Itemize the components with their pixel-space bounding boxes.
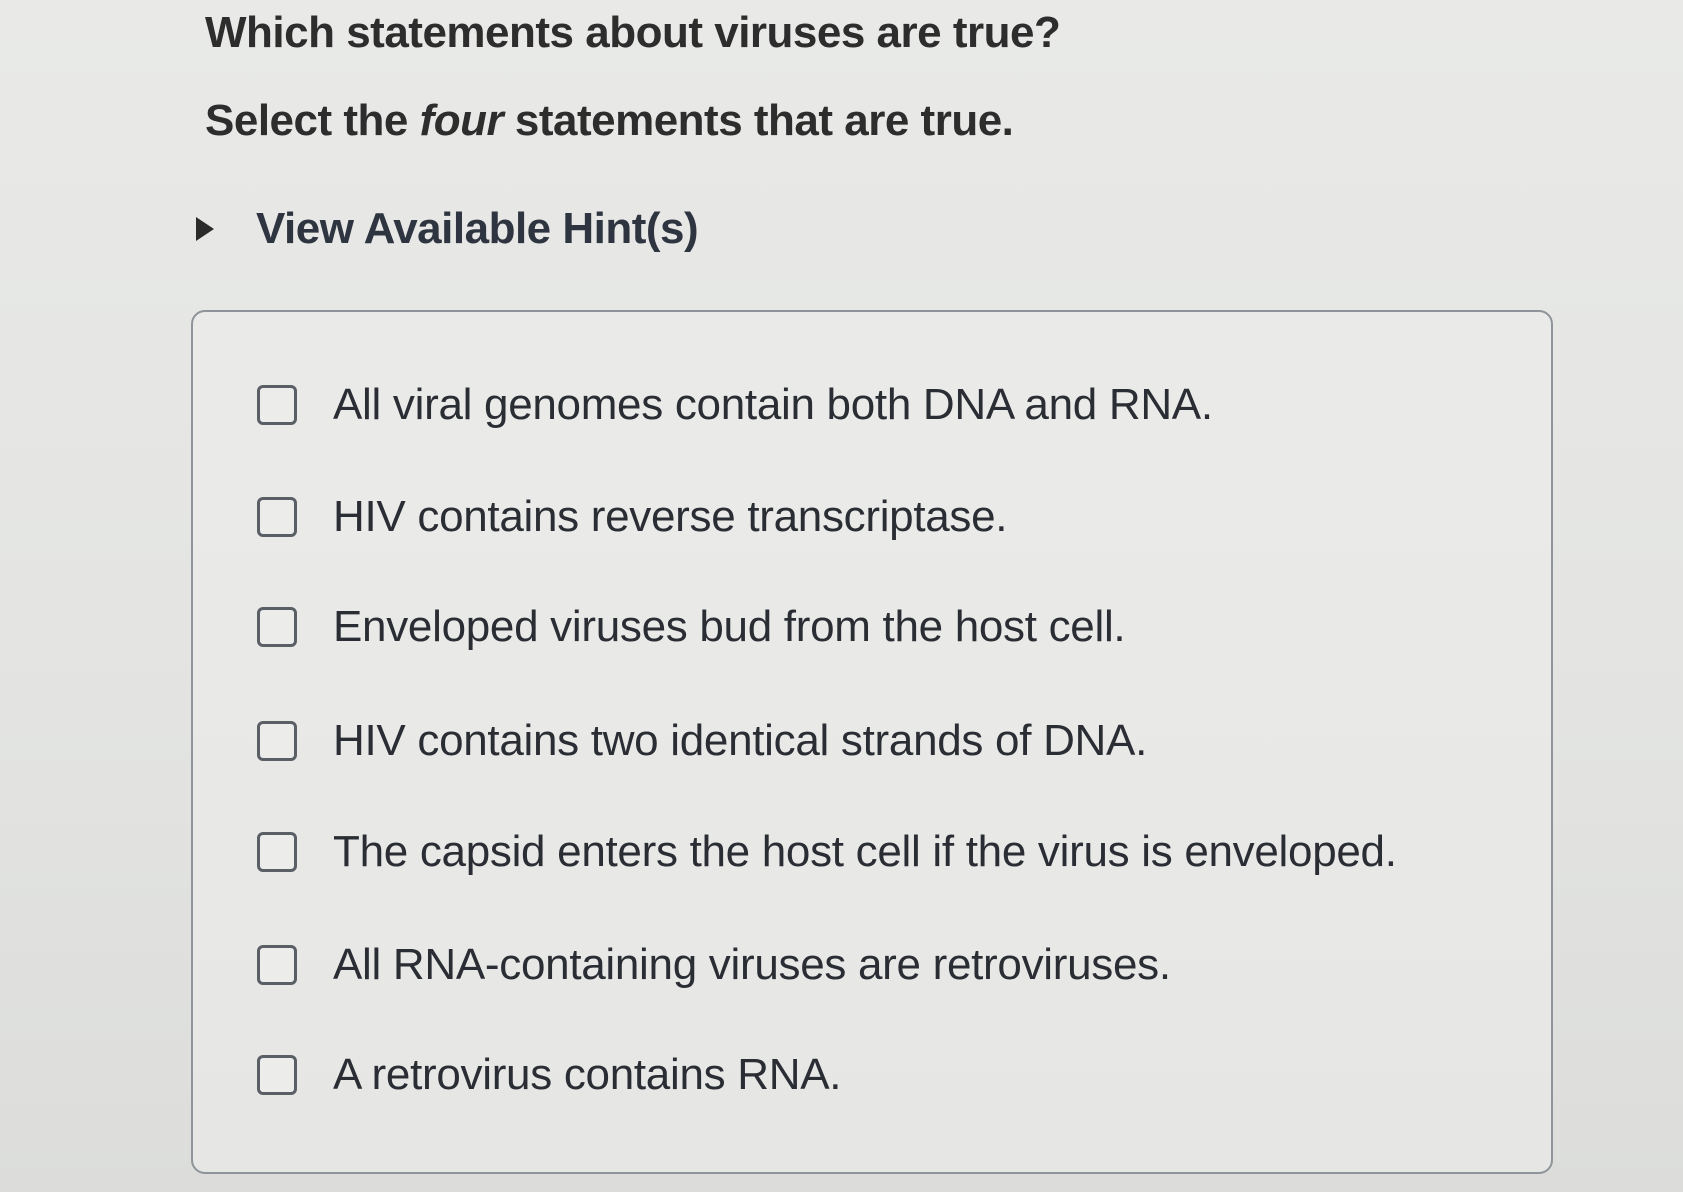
page: Which statements about viruses are true?…	[0, 0, 1683, 1192]
answer-option-label: All viral genomes contain both DNA and R…	[333, 380, 1213, 429]
question-instruction: Select the four statements that are true…	[205, 96, 1014, 146]
answer-option[interactable]: HIV contains reverse transcriptase.	[257, 492, 1008, 542]
answer-option-label: A retrovirus contains RNA.	[333, 1050, 842, 1099]
answer-option[interactable]: All RNA-containing viruses are retroviru…	[257, 940, 1171, 990]
question-title: Which statements about viruses are true?	[205, 8, 1061, 57]
answer-option-label: Enveloped viruses bud from the host cell…	[333, 602, 1126, 651]
answer-option[interactable]: All viral genomes contain both DNA and R…	[257, 380, 1213, 430]
answer-option-label: The capsid enters the host cell if the v…	[333, 827, 1397, 876]
checkbox[interactable]	[257, 1055, 297, 1095]
view-hints-toggle[interactable]: View Available Hint(s)	[196, 204, 699, 254]
view-hints-label: View Available Hint(s)	[256, 204, 699, 253]
instruction-emphasis: four	[419, 96, 504, 145]
instruction-suffix: statements that are true.	[503, 96, 1014, 145]
caret-right-icon	[196, 217, 214, 241]
checkbox[interactable]	[257, 385, 297, 425]
instruction-prefix: Select the	[205, 96, 420, 145]
checkbox[interactable]	[257, 945, 297, 985]
answer-option[interactable]: HIV contains two identical strands of DN…	[257, 716, 1147, 766]
answer-option-label: All RNA-containing viruses are retroviru…	[333, 940, 1171, 989]
answer-options-box: All viral genomes contain both DNA and R…	[191, 310, 1553, 1174]
answer-option[interactable]: Enveloped viruses bud from the host cell…	[257, 602, 1126, 652]
answer-option-label: HIV contains reverse transcriptase.	[333, 492, 1008, 541]
checkbox[interactable]	[257, 607, 297, 647]
checkbox[interactable]	[257, 497, 297, 537]
checkbox[interactable]	[257, 832, 297, 872]
answer-option[interactable]: The capsid enters the host cell if the v…	[257, 827, 1397, 877]
checkbox[interactable]	[257, 721, 297, 761]
answer-option[interactable]: A retrovirus contains RNA.	[257, 1050, 841, 1100]
answer-option-label: HIV contains two identical strands of DN…	[333, 716, 1147, 765]
